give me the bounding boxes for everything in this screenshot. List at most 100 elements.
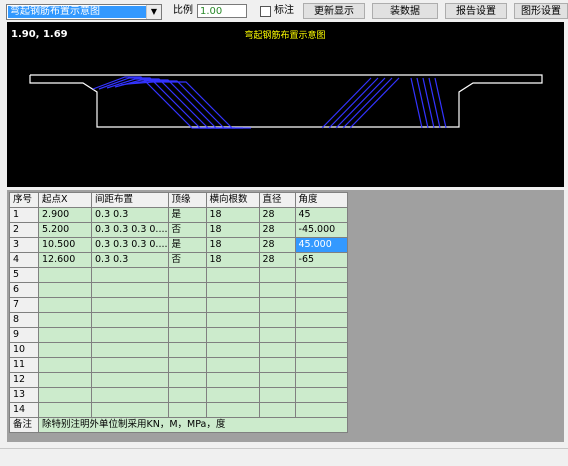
cell-start-x[interactable]: 5.200 [38,222,92,238]
cell-diameter[interactable]: 28 [258,237,296,253]
cell-count[interactable] [205,312,260,328]
cell-count[interactable]: 18 [205,252,260,268]
cell-count[interactable] [205,297,260,313]
cell-angle[interactable] [294,267,348,283]
chevron-down-icon[interactable]: ▼ [146,5,161,19]
cell-diameter[interactable] [258,372,296,388]
cell-angle[interactable] [294,387,348,403]
cell-count[interactable] [205,357,260,373]
load-data-button[interactable]: 装数据 [372,3,438,19]
cell-top-edge[interactable] [167,372,207,388]
scale-input[interactable]: 1.00 [197,4,247,18]
cell-start-x[interactable] [38,402,92,418]
cell-start-x[interactable] [38,267,92,283]
table-row[interactable]: 1 2.900 0.3 0.3 是 18 28 45 [9,207,348,223]
cell-diameter[interactable]: 28 [258,252,296,268]
cell-spacing[interactable]: 0.3 0.3 [91,252,169,268]
cell-count[interactable] [205,372,260,388]
cell-spacing[interactable] [91,297,169,313]
cell-spacing[interactable]: 0.3 0.3 0.3 0.... [91,237,169,253]
cell-top-edge[interactable] [167,312,207,328]
cell-angle[interactable] [294,402,348,418]
cell-top-edge[interactable] [167,267,207,283]
cell-spacing[interactable] [91,312,169,328]
cell-top-edge[interactable] [167,342,207,358]
refresh-display-button[interactable]: 更新显示 [303,3,365,19]
table-row[interactable]: 11 [9,357,348,373]
cell-diameter[interactable] [258,387,296,403]
cell-spacing[interactable] [91,267,169,283]
cell-angle[interactable]: -65 [294,252,348,268]
cell-angle[interactable] [294,357,348,373]
cell-angle[interactable] [294,327,348,343]
cell-count[interactable] [205,402,260,418]
cell-diameter[interactable] [258,327,296,343]
cell-diameter[interactable] [258,402,296,418]
cell-diameter[interactable]: 28 [258,222,296,238]
cell-diameter[interactable] [258,342,296,358]
cell-top-edge[interactable]: 否 [167,222,207,238]
cell-start-x[interactable] [38,282,92,298]
cell-spacing[interactable] [91,342,169,358]
table-row[interactable]: 7 [9,297,348,313]
cell-diameter[interactable]: 28 [258,207,296,223]
cell-count[interactable]: 18 [205,237,260,253]
table-row[interactable]: 3 10.500 0.3 0.3 0.3 0.... 是 18 28 45.000 [9,237,348,253]
cell-count[interactable]: 18 [205,207,260,223]
table-row[interactable]: 6 [9,282,348,298]
cell-top-edge[interactable]: 否 [167,252,207,268]
cell-top-edge[interactable] [167,327,207,343]
cell-start-x[interactable] [38,297,92,313]
table-row[interactable]: 5 [9,267,348,283]
cell-angle[interactable]: -45.000 [294,222,348,238]
cell-spacing[interactable] [91,387,169,403]
table-row[interactable]: 2 5.200 0.3 0.3 0.3 0.... 否 18 28 -45.000 [9,222,348,238]
cell-top-edge[interactable] [167,402,207,418]
table-row[interactable]: 8 [9,312,348,328]
cell-top-edge[interactable] [167,282,207,298]
cell-count[interactable] [205,267,260,283]
report-settings-button[interactable]: 报告设置 [445,3,507,19]
cell-start-x[interactable] [38,312,92,328]
table-row[interactable]: 12 [9,372,348,388]
cell-diameter[interactable] [258,282,296,298]
cell-angle[interactable] [294,297,348,313]
cell-angle[interactable] [294,342,348,358]
table-row[interactable]: 14 [9,402,348,418]
cell-start-x[interactable] [38,342,92,358]
cell-start-x[interactable]: 12.600 [38,252,92,268]
cell-top-edge[interactable] [167,357,207,373]
drawing-canvas[interactable]: 1.90, 1.69 弯起钢筋布置示意图 [7,22,564,187]
graphic-settings-button[interactable]: 图形设置 [514,3,568,19]
cell-angle[interactable]: 45.000 [294,237,348,253]
cell-angle[interactable] [294,372,348,388]
cell-spacing[interactable] [91,282,169,298]
cell-count[interactable] [205,387,260,403]
cell-angle[interactable] [294,282,348,298]
cell-spacing[interactable]: 0.3 0.3 [91,207,169,223]
cell-spacing[interactable]: 0.3 0.3 0.3 0.... [91,222,169,238]
cell-top-edge[interactable] [167,387,207,403]
cell-diameter[interactable] [258,297,296,313]
cell-spacing[interactable] [91,402,169,418]
cell-start-x[interactable] [38,387,92,403]
cell-spacing[interactable] [91,372,169,388]
table-row[interactable]: 13 [9,387,348,403]
cell-spacing[interactable] [91,357,169,373]
view-select[interactable]: 弯起钢筋布置示意图 ▼ [6,4,162,20]
table-row[interactable]: 10 [9,342,348,358]
cell-spacing[interactable] [91,327,169,343]
cell-start-x[interactable] [38,327,92,343]
cell-start-x[interactable] [38,357,92,373]
cell-count[interactable] [205,342,260,358]
cell-angle[interactable] [294,312,348,328]
cell-start-x[interactable] [38,372,92,388]
table-row[interactable]: 4 12.600 0.3 0.3 否 18 28 -65 [9,252,348,268]
cell-diameter[interactable] [258,267,296,283]
cell-start-x[interactable]: 2.900 [38,207,92,223]
cell-start-x[interactable]: 10.500 [38,237,92,253]
label-checkbox[interactable] [260,6,271,17]
cell-count[interactable] [205,327,260,343]
cell-top-edge[interactable]: 是 [167,237,207,253]
cell-diameter[interactable] [258,357,296,373]
